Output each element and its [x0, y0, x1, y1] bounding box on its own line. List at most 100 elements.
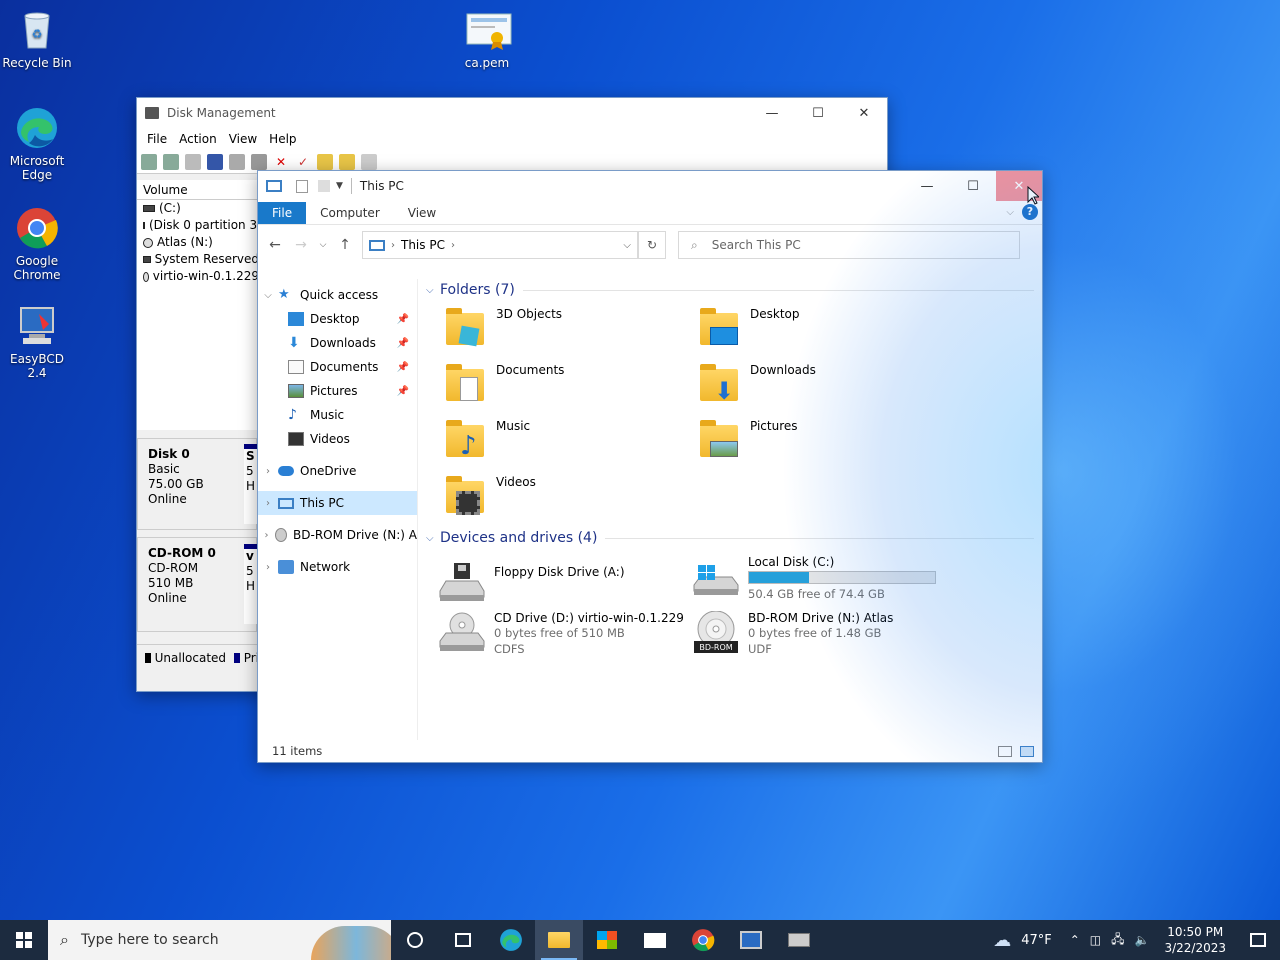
- minimize-button[interactable]: —: [749, 98, 795, 128]
- maximize-button[interactable]: ☐: [795, 98, 841, 128]
- large-icons-view-icon[interactable]: [1020, 745, 1034, 757]
- expand-chevron-icon[interactable]: ›: [258, 466, 278, 477]
- drive-tile-cd-d[interactable]: CD Drive (D:) virtio-win-0.1.229 0 bytes…: [438, 611, 684, 657]
- breadcrumb-chevron-icon[interactable]: ›: [451, 240, 455, 251]
- folders-section-header[interactable]: ⌵ Folders (7): [424, 279, 1034, 301]
- taskbar-chrome-button[interactable]: [679, 920, 727, 960]
- start-button[interactable]: [0, 920, 48, 960]
- weather-temperature[interactable]: 47°F: [1016, 933, 1057, 948]
- clock[interactable]: 10:50 PM 3/22/2023: [1154, 924, 1236, 956]
- expand-ribbon-icon[interactable]: ⌵: [1006, 207, 1014, 218]
- forward-arrow-icon[interactable]: →: [292, 237, 310, 253]
- explorer-window[interactable]: ▼ This PC — ☐ ✕ File Computer View ⌵ ? ←…: [257, 170, 1043, 763]
- maximize-button[interactable]: ☐: [950, 171, 996, 201]
- taskbar-edge-button[interactable]: [487, 920, 535, 960]
- back-arrow-icon[interactable]: [141, 153, 157, 170]
- drive-tile-local-disk-c[interactable]: Local Disk (C:) 50.4 GB free of 74.4 GB: [692, 555, 936, 602]
- network-icon[interactable]: 🖧: [1106, 930, 1129, 951]
- pin-icon[interactable]: 📌: [397, 362, 409, 373]
- navigation-pane[interactable]: ⌵ ★ Quick access Desktop 📌 ⬇ Downloads 📌 D…: [258, 279, 418, 740]
- nav-item-downloads[interactable]: ⬇ Downloads 📌: [258, 331, 417, 355]
- folder-tile-documents[interactable]: Documents: [444, 363, 564, 407]
- help-icon[interactable]: ?: [1022, 204, 1038, 220]
- recent-locations-icon[interactable]: ⌵: [318, 240, 328, 250]
- refresh-button[interactable]: ↻: [638, 231, 666, 259]
- show-hidden-icons-chevron-icon[interactable]: ⌃: [1065, 933, 1085, 947]
- search-icon[interactable]: [339, 153, 355, 170]
- taskbar-easybcd-button[interactable]: [727, 920, 775, 960]
- volume-muted-icon[interactable]: 🔈: [1130, 933, 1155, 947]
- volume-row[interactable]: virtio-win-0.1.229: [137, 268, 259, 285]
- nav-item-music[interactable]: ♪ Music: [258, 403, 417, 427]
- desktop-icon-chrome[interactable]: Google Chrome: [0, 206, 74, 282]
- taskbar-disk-management-button[interactable]: [775, 920, 823, 960]
- customize-dropdown-icon[interactable]: ▼: [336, 181, 343, 191]
- folder-tile-pictures[interactable]: Pictures: [698, 419, 798, 463]
- tab-file[interactable]: File: [258, 202, 307, 224]
- notifications-button[interactable]: [1236, 920, 1280, 960]
- minimize-button[interactable]: —: [904, 171, 950, 201]
- desktop-icon-ca-pem[interactable]: ca.pem: [450, 8, 524, 70]
- help-icon[interactable]: [207, 153, 223, 170]
- folder-tile-music[interactable]: ♪ Music: [444, 419, 530, 463]
- folder-tile-videos[interactable]: Videos: [444, 475, 536, 519]
- desktop-icon-easybcd[interactable]: EasyBCD 2.4: [0, 304, 74, 380]
- new-folder-quick-icon[interactable]: [318, 180, 330, 192]
- breadcrumb-chevron-icon[interactable]: ›: [391, 240, 395, 251]
- pin-icon[interactable]: 📌: [397, 386, 409, 397]
- up-arrow-icon[interactable]: ↑: [336, 237, 354, 253]
- tab-computer[interactable]: Computer: [306, 202, 394, 224]
- volume-column-header[interactable]: Volume: [137, 180, 259, 200]
- meet-now-icon[interactable]: ◫: [1085, 933, 1106, 947]
- menu-view[interactable]: View: [223, 132, 263, 146]
- nav-item-documents[interactable]: Documents 📌: [258, 355, 417, 379]
- folder-tile-desktop[interactable]: Desktop: [698, 307, 800, 351]
- expand-chevron-icon[interactable]: ›: [258, 498, 278, 509]
- forward-arrow-icon[interactable]: [163, 153, 179, 170]
- disk-0-info[interactable]: Disk 0 Basic 75.00 GB Online: [137, 438, 257, 530]
- menu-help[interactable]: Help: [263, 132, 302, 146]
- collapse-chevron-icon[interactable]: ⌵: [426, 285, 440, 296]
- disk-management-titlebar[interactable]: Disk Management — ☐ ✕: [137, 98, 887, 128]
- expand-chevron-icon[interactable]: ›: [258, 530, 275, 541]
- menu-action[interactable]: Action: [173, 132, 223, 146]
- breadcrumb[interactable]: This PC: [401, 238, 445, 252]
- volume-row[interactable]: System Reserved: [137, 251, 259, 268]
- collapse-chevron-icon[interactable]: ⌵: [258, 290, 278, 301]
- export-icon[interactable]: [317, 153, 333, 170]
- desktop-icon-edge[interactable]: Microsoft Edge: [0, 106, 74, 182]
- volume-row[interactable]: Atlas (N:): [137, 234, 259, 251]
- address-field[interactable]: › This PC › ⌵: [362, 231, 638, 259]
- view-icon[interactable]: [229, 153, 245, 170]
- desktop-icon-recycle-bin[interactable]: ♻ Recycle Bin: [0, 8, 74, 70]
- nav-item-onedrive[interactable]: › OneDrive: [258, 459, 417, 483]
- pin-icon[interactable]: 📌: [397, 338, 409, 349]
- check-icon[interactable]: ✓: [295, 154, 311, 170]
- address-dropdown-icon[interactable]: ⌵: [623, 240, 631, 251]
- drive-tile-floppy[interactable]: Floppy Disk Drive (A:): [438, 561, 625, 605]
- folder-tile-downloads[interactable]: ⬇ Downloads: [698, 363, 816, 407]
- taskbar-search-input[interactable]: ⌕ Type here to search: [48, 920, 391, 960]
- nav-item-bdrom[interactable]: › BD-ROM Drive (N:) A: [258, 523, 417, 547]
- nav-item-this-pc[interactable]: › This PC: [258, 491, 417, 515]
- nav-item-desktop[interactable]: Desktop 📌: [258, 307, 417, 331]
- volume-row[interactable]: (C:): [137, 200, 259, 217]
- taskbar-store-button[interactable]: [583, 920, 631, 960]
- collapse-chevron-icon[interactable]: ⌵: [426, 533, 440, 544]
- back-arrow-icon[interactable]: ←: [266, 237, 284, 253]
- list-icon[interactable]: [361, 153, 377, 170]
- taskbar-mail-button[interactable]: [631, 920, 679, 960]
- delete-icon[interactable]: ✕: [273, 154, 289, 170]
- menu-file[interactable]: File: [141, 132, 173, 146]
- details-view-icon[interactable]: [998, 745, 1012, 757]
- nav-item-videos[interactable]: Videos: [258, 427, 417, 451]
- volume-row[interactable]: (Disk 0 partition 3): [137, 217, 262, 234]
- nav-item-pictures[interactable]: Pictures 📌: [258, 379, 417, 403]
- search-input[interactable]: ⌕ Search This PC: [678, 231, 1020, 259]
- devices-section-header[interactable]: ⌵ Devices and drives (4): [424, 527, 1034, 549]
- disk-0-partition[interactable]: S 5 H: [244, 444, 258, 524]
- pin-icon[interactable]: 📌: [397, 314, 409, 325]
- volume-list[interactable]: Volume (C:) (Disk 0 partition 3) Atlas (…: [137, 180, 262, 430]
- cdrom-0-info[interactable]: CD-ROM 0 CD-ROM 510 MB Online: [137, 537, 257, 632]
- close-button[interactable]: ✕: [841, 98, 887, 128]
